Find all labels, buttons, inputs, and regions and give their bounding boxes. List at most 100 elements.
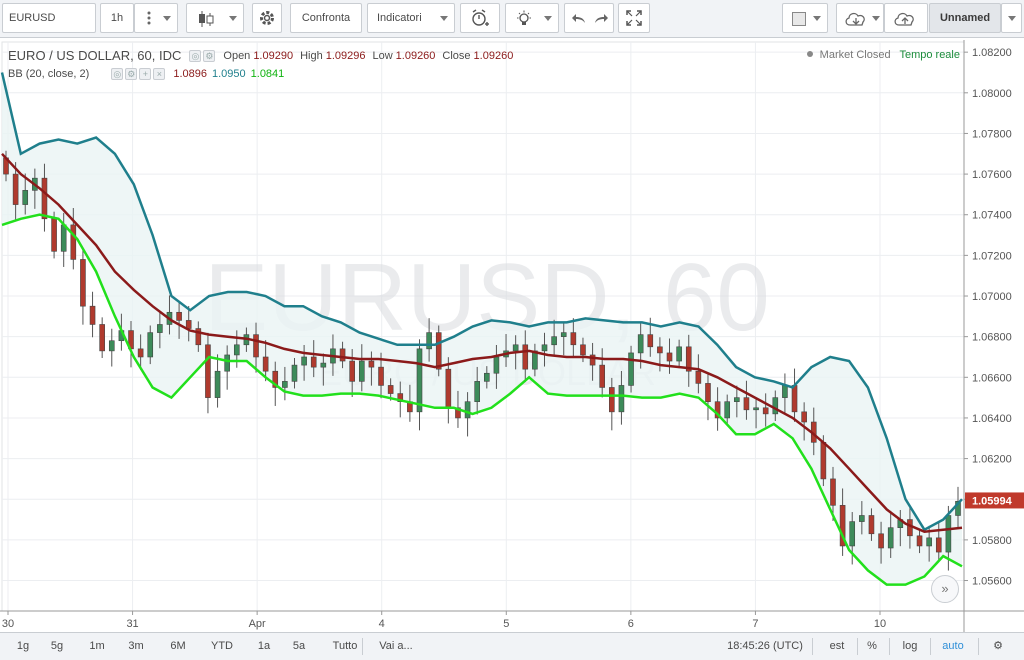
settings-button[interactable] <box>252 3 282 33</box>
scroll-to-realtime-button[interactable]: » <box>931 575 959 603</box>
chart-style-button[interactable] <box>186 3 244 33</box>
divider <box>930 638 931 655</box>
candle-body <box>618 385 625 413</box>
auto-scale-toggle[interactable]: auto <box>938 633 968 660</box>
range-5a[interactable]: 5a <box>285 633 313 660</box>
layout-name: Unnamed <box>939 12 991 24</box>
range-3m[interactable]: 3m <box>121 633 151 660</box>
candle-body <box>926 537 932 547</box>
range-6m[interactable]: 6M <box>162 633 194 660</box>
undo-redo-group <box>564 3 614 33</box>
gear-icon <box>258 9 276 27</box>
x-tick-label: 10 <box>874 618 886 630</box>
candle-body <box>358 360 365 382</box>
bb-label: BB (20, close, 2) <box>8 68 90 80</box>
interval-dropdown-button[interactable] <box>134 3 178 33</box>
candle-body <box>830 478 836 506</box>
candlestick-icon <box>197 10 215 28</box>
log-scale-toggle[interactable]: log <box>897 633 923 660</box>
compare-button[interactable]: Confronta <box>290 3 362 33</box>
bb-upper-value: 1.0950 <box>211 68 246 80</box>
last-price-label: 1.05994 <box>972 495 1013 507</box>
y-tick-label: 1.08200 <box>972 47 1012 59</box>
chevron-down-icon <box>440 16 448 21</box>
chevron-down-icon <box>872 16 880 21</box>
settings-small-icon[interactable]: ⚙ <box>125 68 138 80</box>
color-square-icon <box>792 12 806 26</box>
y-tick-label: 1.06800 <box>972 332 1012 344</box>
series-mini-buttons: ◎ ⚙ <box>189 49 216 62</box>
legend-bb-row: BB (20, close, 2) ◎ ⚙ + × 1.0896 1.0950 … <box>8 68 284 80</box>
range-ytd[interactable]: YTD <box>204 633 240 660</box>
candle-body <box>907 519 913 537</box>
y-tick-label: 1.06400 <box>972 413 1012 425</box>
candle-body <box>859 515 865 522</box>
indicators-label: Indicatori <box>377 12 422 24</box>
candle-body <box>253 334 259 358</box>
candle-body <box>493 356 500 374</box>
high-label: High <box>300 49 323 62</box>
double-chevron-right-icon: » <box>941 581 949 596</box>
range-5g[interactable]: 5g <box>42 633 72 660</box>
candle-body <box>214 370 221 398</box>
candle-body <box>916 535 923 547</box>
x-tick-label: 31 <box>126 618 138 630</box>
candle-body <box>60 224 67 252</box>
candle-body <box>772 397 779 415</box>
divider <box>857 638 858 655</box>
chart-area[interactable]: 1.08200 1.08000 1.07800 1.07600 1.07400 1.072… <box>0 40 1024 632</box>
ideas-button[interactable] <box>505 3 559 33</box>
indicators-button[interactable]: Indicatori <box>367 3 455 33</box>
symbol-search-input[interactable]: EURUSD <box>2 3 96 33</box>
open-label: Open <box>223 49 251 62</box>
candle-body <box>147 332 154 358</box>
add-icon[interactable]: + <box>139 68 152 80</box>
y-tick-label: 1.07200 <box>972 250 1012 262</box>
alert-button[interactable] <box>460 3 500 33</box>
low-label: Low <box>372 49 393 62</box>
x-tick-label: 6 <box>628 618 634 630</box>
candle-body <box>426 332 432 350</box>
symbol-text: EURUSD <box>9 12 56 24</box>
candle-body <box>51 218 57 252</box>
color-theme-button[interactable] <box>782 3 828 33</box>
interval-button[interactable]: 1h <box>100 3 134 33</box>
eye-icon[interactable]: ◎ <box>111 68 124 80</box>
divider <box>889 638 890 655</box>
save-layout-button[interactable] <box>884 3 928 33</box>
chevron-down-icon <box>544 16 552 21</box>
layout-menu-button[interactable] <box>1001 3 1022 33</box>
y-tick-label: 1.07400 <box>972 210 1012 222</box>
eye-icon[interactable]: ◎ <box>189 49 202 62</box>
extended-session-toggle[interactable]: est <box>824 633 850 660</box>
undo-icon[interactable] <box>571 12 587 26</box>
bb-mini-buttons: ◎ ⚙ + × <box>111 68 166 80</box>
chart-app: EURUSD 1h Confronta Indicatori Unnamed 1… <box>0 0 1024 660</box>
status-dot-icon <box>806 51 813 57</box>
cloud-upload-icon <box>893 10 917 28</box>
redo-icon[interactable] <box>593 12 609 26</box>
load-layout-button[interactable] <box>836 3 884 33</box>
settings-small-icon[interactable]: ⚙ <box>203 49 216 62</box>
goto-date-button[interactable]: Vai a... <box>368 633 424 660</box>
percent-scale-toggle[interactable]: % <box>862 633 882 660</box>
close-icon[interactable]: × <box>153 68 166 80</box>
x-tick-label: 7 <box>752 618 758 630</box>
top-toolbar: EURUSD 1h Confronta Indicatori Unnamed <box>0 0 1024 38</box>
range-tutto[interactable]: Tutto <box>325 633 365 660</box>
range-1m[interactable]: 1m <box>82 633 112 660</box>
candle-body <box>368 360 375 368</box>
candle-body <box>570 332 577 346</box>
candle-body <box>12 173 19 205</box>
more-vertical-icon <box>147 11 151 25</box>
fullscreen-icon <box>626 10 642 26</box>
close-label: Close <box>442 49 471 62</box>
range-1a[interactable]: 1a <box>250 633 278 660</box>
layout-name-button[interactable]: Unnamed <box>929 3 1001 33</box>
price-chart[interactable]: 1.08200 1.08000 1.07800 1.07600 1.07400 1.072… <box>0 40 1024 632</box>
range-1g[interactable]: 1g <box>8 633 38 660</box>
fullscreen-button[interactable] <box>618 3 650 33</box>
candle-body <box>349 360 355 382</box>
chart-settings-button[interactable]: ⚙ <box>986 633 1010 660</box>
candle-body <box>474 381 480 402</box>
